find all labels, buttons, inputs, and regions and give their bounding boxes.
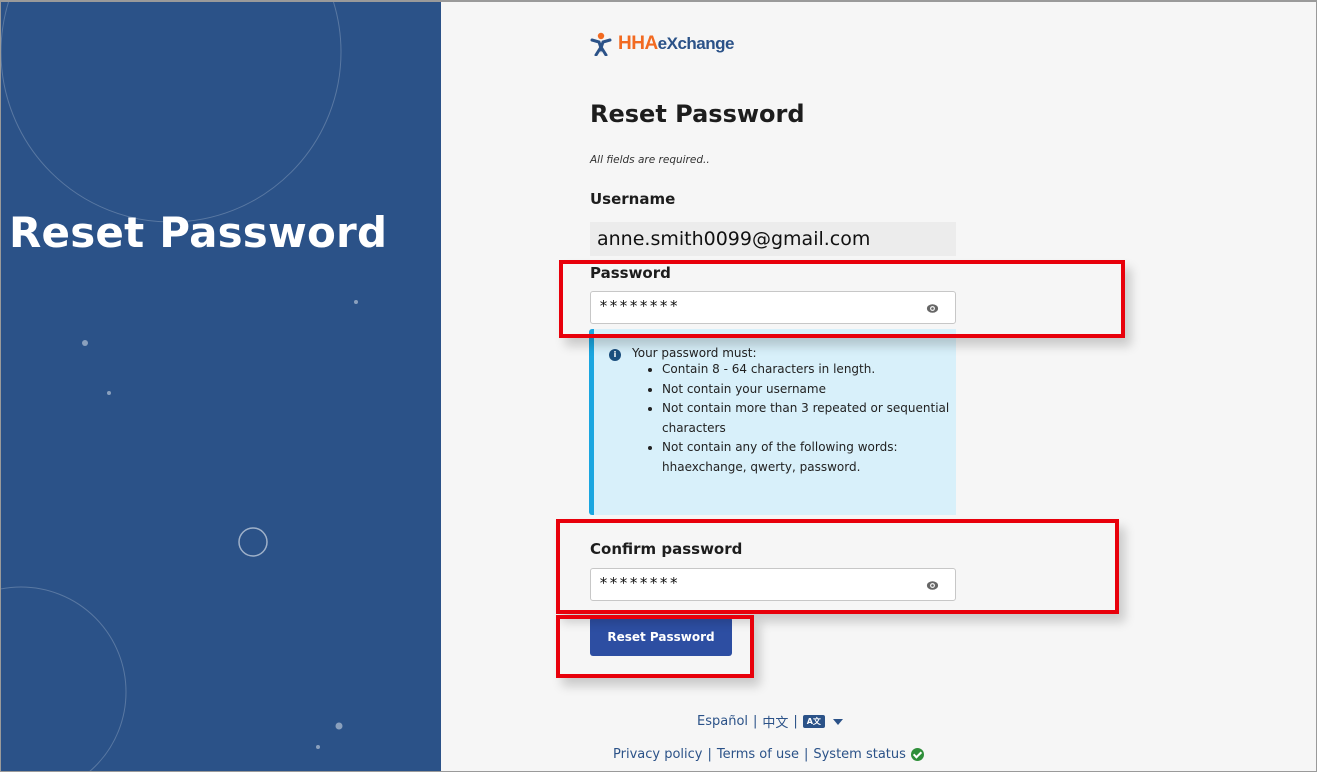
requirement-item: Contain 8 - 64 characters in length. (662, 359, 952, 379)
info-icon: i (609, 349, 621, 361)
highlight-box-password (559, 260, 1125, 338)
separator: | (803, 747, 809, 762)
separator: | (753, 714, 758, 729)
requirements-heading: Your password must: (632, 346, 757, 360)
decorative-circles (1, 2, 358, 771)
required-note: All fields are required.. (590, 154, 710, 166)
separator: | (707, 747, 712, 762)
translate-icon[interactable]: A文 (802, 715, 825, 728)
person-logo-icon (590, 32, 612, 56)
system-status-link[interactable]: System status (813, 747, 906, 762)
check-circle-icon (910, 748, 924, 761)
password-requirements: i Your password must: Contain 8 - 64 cha… (589, 329, 956, 515)
left-banner: Reset Password (1, 2, 441, 771)
highlight-box-submit (556, 615, 754, 678)
username-label: Username (590, 190, 676, 208)
language-selector: Español | 中文 | A文 (697, 712, 843, 731)
language-chinese[interactable]: 中文 (762, 712, 788, 731)
requirement-item: Not contain your username (662, 379, 952, 399)
highlight-box-confirm-password (556, 519, 1119, 614)
logo-text: HHAeXchange (618, 33, 734, 54)
chevron-down-icon[interactable] (832, 718, 843, 725)
footer-links: Privacy policy | Terms of use | System s… (613, 747, 924, 762)
requirement-item: Not contain any of the following words: … (662, 438, 952, 477)
requirements-list: Contain 8 - 64 characters in length. Not… (642, 359, 952, 477)
username-field: anne.smith0099@gmail.com (590, 222, 956, 256)
page-title: Reset Password (590, 100, 805, 128)
page-frame: Reset Password HHAeXchange Reset Passwor… (0, 0, 1317, 772)
terms-of-use-link[interactable]: Terms of use (717, 747, 799, 762)
requirement-item: Not contain more than 3 repeated or sequ… (662, 399, 952, 438)
separator: | (793, 714, 798, 729)
privacy-policy-link[interactable]: Privacy policy (613, 747, 702, 762)
banner-title: Reset Password (9, 208, 388, 257)
logo: HHAeXchange (590, 32, 734, 56)
language-spanish[interactable]: Español (697, 714, 748, 729)
